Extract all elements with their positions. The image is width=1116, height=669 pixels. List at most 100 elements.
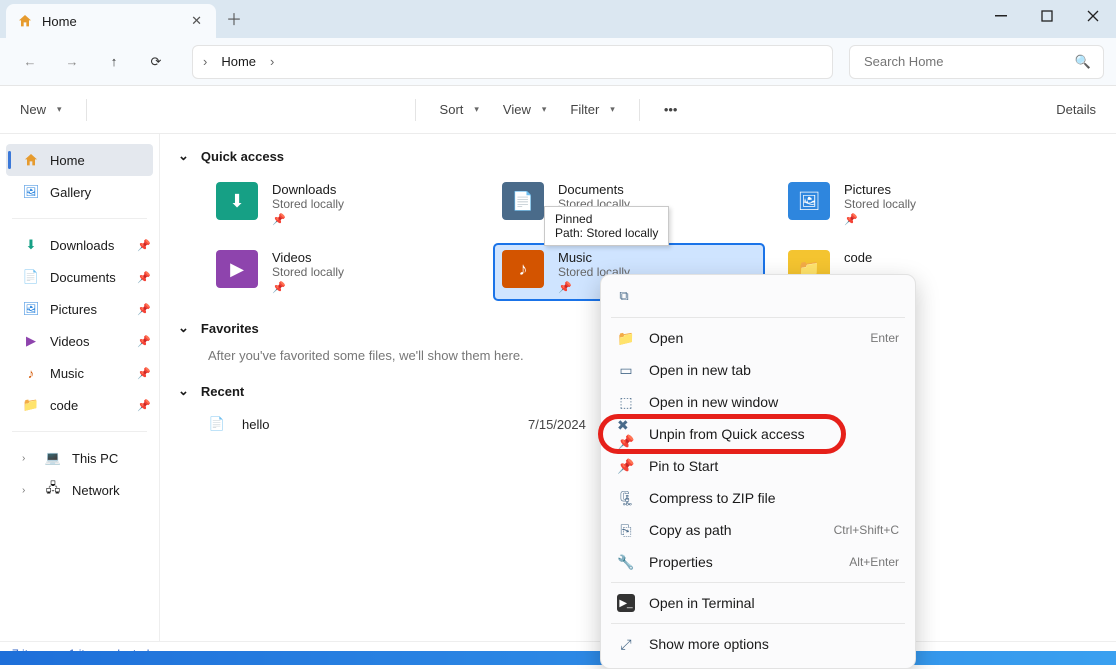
folder-icon: ⬇ [22,236,40,254]
sidebar-label: Documents [50,270,116,285]
sidebar-item-gallery[interactable]: 🖼 Gallery [0,176,159,208]
item-subtitle: Stored locally [272,197,344,211]
more-button[interactable]: ••• [664,102,678,117]
title-bar: Home ✕ ＋ [0,0,1116,38]
chevron-right-icon[interactable]: › [22,485,34,496]
sidebar-item-thispc[interactable]: › 💻 This PC [0,442,159,474]
folder-icon: 📄 [22,268,40,286]
tooltip: Pinned Path: Stored locally [544,206,669,246]
ctx-unpin-quick-access[interactable]: ✖📌Unpin from Quick access [601,418,915,450]
folder-icon: ▶ [22,332,40,350]
details-button[interactable]: Details [1056,102,1096,117]
view-button[interactable]: View [503,102,546,117]
pin-icon[interactable]: 📌 [137,303,151,316]
path-icon: ⎘ [617,521,635,539]
home-icon [16,12,34,30]
folder-icon: 🖼 [788,182,830,220]
ctx-show-more[interactable]: ⤢Show more options [601,628,915,660]
ctx-open-new-window[interactable]: ⬚Open in new window [601,386,915,418]
breadcrumb-home[interactable]: Home [221,54,256,69]
tab-icon: ▭ [617,361,635,379]
folder-icon: 📁 [617,329,635,347]
close-button[interactable] [1070,0,1116,32]
command-bar: New Sort View Filter ••• Details [0,86,1116,134]
sidebar-item-code[interactable]: 📁code📌 [0,389,159,421]
nav-forward-button[interactable]: → [54,44,90,80]
pin-icon[interactable]: 📌 [137,367,151,380]
search-icon[interactable]: 🔍 [1075,54,1091,70]
folder-icon: ⬇ [216,182,258,220]
folder-icon: ▶ [216,250,258,288]
minimize-button[interactable] [978,0,1024,32]
window-icon: ⬚ [617,393,635,411]
ctx-open-terminal[interactable]: ▶_Open in Terminal [601,587,915,619]
address-bar[interactable]: › Home › [192,45,833,79]
pc-icon: 💻 [44,449,62,467]
sidebar-label: This PC [72,451,118,466]
pin-icon: 📌 [844,213,916,226]
ctx-pin-start[interactable]: 📌Pin to Start [601,450,915,482]
quick-access-pictures[interactable]: 🖼PicturesStored locally📌 [780,176,1050,232]
new-tab-button[interactable]: ＋ [226,6,242,30]
sidebar-item-documents[interactable]: 📄 Documents 📌 [0,261,159,293]
item-subtitle: Stored locally [272,265,344,279]
sidebar-label: Music [50,366,84,381]
taskbar [0,651,1116,665]
search-input[interactable] [862,53,1075,70]
recent-file-name: hello [242,417,512,432]
item-name: Documents [558,182,630,197]
quick-access-videos[interactable]: ▶VideosStored locally📌 [208,244,478,300]
pin-icon[interactable]: 📌 [137,239,151,252]
sort-button[interactable]: Sort [440,102,479,117]
sidebar-label: Downloads [50,238,114,253]
folder-icon: 📄 [502,182,544,220]
tab-title: Home [42,14,77,29]
item-name: code [844,250,872,265]
item-name: Music [558,250,630,265]
item-name: Videos [272,250,344,265]
chevron-down-icon: ⌄ [178,320,189,336]
ctx-compress-zip[interactable]: 🗜Compress to ZIP file [601,482,915,514]
pin-icon[interactable]: 📌 [137,399,151,412]
sidebar-item-network[interactable]: › 🖧 Network [0,474,159,506]
maximize-button[interactable] [1024,0,1070,32]
item-subtitle: Stored locally [844,197,916,211]
chevron-right-icon[interactable]: › [22,453,34,464]
ctx-open[interactable]: 📁OpenEnter [601,322,915,354]
nav-back-button[interactable]: ← [12,44,48,80]
zip-icon: 🗜 [617,489,635,507]
sidebar-label: Network [72,483,120,498]
tab-close-icon[interactable]: ✕ [191,13,202,29]
sidebar-label: Videos [50,334,90,349]
home-icon [22,151,40,169]
sidebar-item-videos[interactable]: ▶ Videos 📌 [0,325,159,357]
sidebar-label: code [50,398,78,413]
folder-icon: 🖼 [22,300,40,318]
filter-button[interactable]: Filter [570,102,614,117]
sidebar-item-pictures[interactable]: 🖼Pictures📌 [0,293,159,325]
pin-icon[interactable]: 📌 [137,335,151,348]
sidebar-item-downloads[interactable]: ⬇ Downloads 📌 [0,229,159,261]
copy-icon[interactable]: ⧉ [615,287,633,305]
pin-icon[interactable]: 📌 [137,271,151,284]
sidebar-label: Gallery [50,185,91,200]
nav-up-button[interactable]: ↑ [96,44,132,80]
folder-icon: ♪ [22,364,40,382]
ctx-open-new-tab[interactable]: ▭Open in new tab [601,354,915,386]
sidebar-item-home[interactable]: Home [6,144,153,176]
ctx-properties[interactable]: 🔧PropertiesAlt+Enter [601,546,915,578]
nav-refresh-button[interactable]: ⟳ [138,44,174,80]
section-quick-access[interactable]: ⌄ Quick access [178,148,1098,164]
address-row: ← → ↑ ⟳ › Home › 🔍 [0,38,1116,86]
ctx-copy-path[interactable]: ⎘Copy as pathCtrl+Shift+C [601,514,915,546]
new-button[interactable]: New [20,102,62,117]
chevron-down-icon: ⌄ [178,148,189,164]
chevron-down-icon: ⌄ [178,383,189,399]
window-tab[interactable]: Home ✕ [6,4,216,38]
recent-file-date: 7/15/2024 [528,417,586,432]
chevron-right-icon: › [203,54,207,69]
gallery-icon: 🖼 [22,183,40,201]
sidebar-item-music[interactable]: ♪ Music 📌 [0,357,159,389]
search-box[interactable]: 🔍 [849,45,1104,79]
quick-access-downloads[interactable]: ⬇DownloadsStored locally📌 [208,176,478,232]
